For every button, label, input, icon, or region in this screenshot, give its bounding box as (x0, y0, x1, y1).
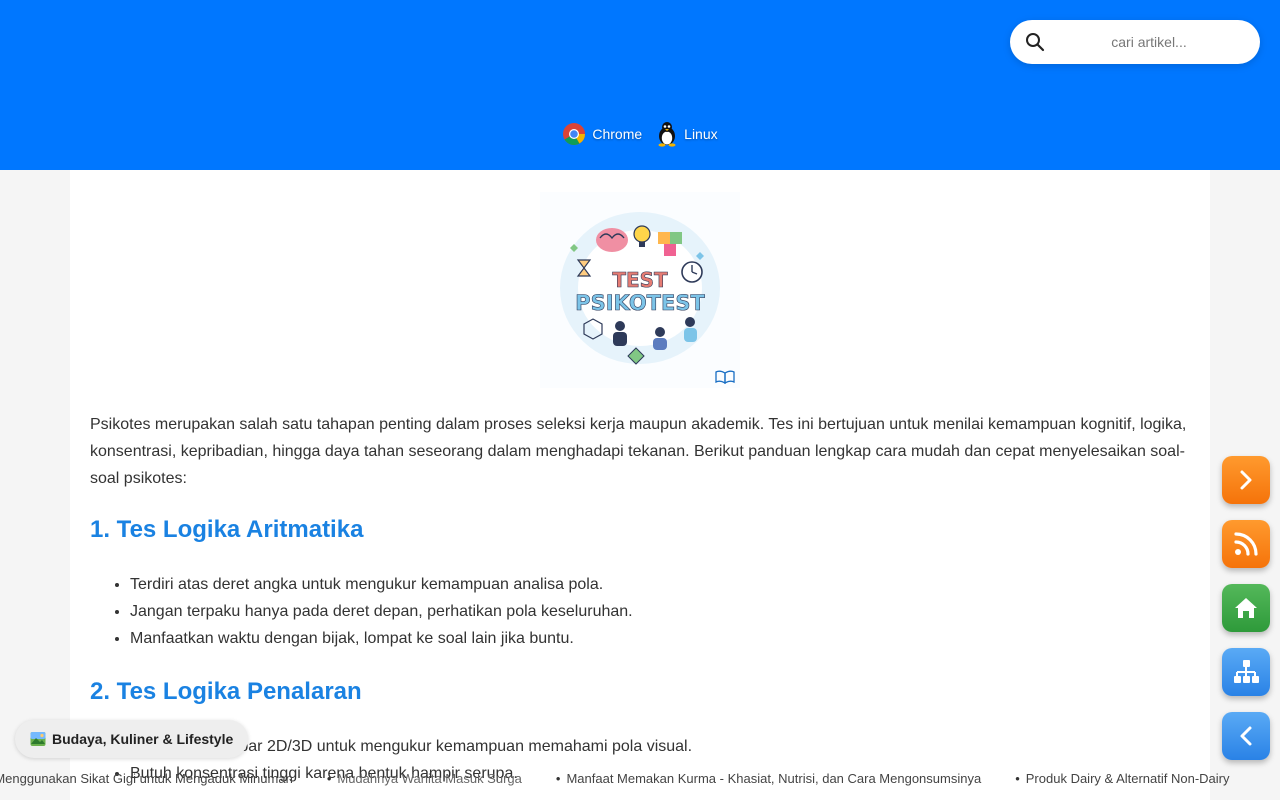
section-heading: 2. Tes Logika Penalaran (90, 678, 362, 705)
news-ticker: Cara Menggunakan Sikat Gigi untuk Mengad… (0, 768, 1280, 790)
ticker-item[interactable]: Manfaat Memakan Kurma - Khasiat, Nutrisi… (556, 771, 981, 786)
search-input[interactable] (1054, 28, 1244, 56)
svg-text:TEST: TEST (612, 268, 668, 292)
article-intro: Psikotes merupakan salah satu tahapan pe… (90, 416, 1187, 487)
category-pill[interactable]: Budaya, Kuliner & Lifestyle (15, 720, 249, 758)
platform-chrome-label: Chrome (592, 126, 643, 142)
linux-tux-icon (658, 122, 676, 147)
next-button[interactable] (1222, 456, 1270, 504)
list-item: Jangan terpaku hanya pada deret depan, p… (130, 598, 633, 625)
chevron-right-icon (1240, 470, 1252, 490)
home-button[interactable] (1222, 584, 1270, 632)
back-button[interactable] (1222, 712, 1270, 760)
article-card: TEST PSIKOTEST Psikotes merupakan salah … (70, 170, 1210, 800)
list-item: Manfaatkan waktu dengan bijak, lompat ke… (130, 625, 633, 652)
search-box[interactable] (1010, 20, 1260, 64)
platform-linux-link[interactable]: Linux (656, 121, 718, 147)
platform-chrome-link[interactable]: Chrome (562, 122, 642, 146)
list-item: Terdiri atas deret angka untuk mengukur … (130, 571, 633, 598)
section-list: Terdiri atas deret angka untuk mengukur … (130, 571, 633, 652)
sitemap-button[interactable] (1222, 648, 1270, 696)
site-header: Chrome Linux (0, 0, 1280, 170)
book-icon[interactable] (715, 370, 735, 384)
ticker-item[interactable]: Mudahnya Wanita Masuk Surga (327, 771, 522, 786)
chevron-left-icon (1240, 726, 1252, 746)
search-icon[interactable] (1025, 32, 1045, 52)
sitemap-icon (1234, 660, 1259, 683)
section-heading: 1. Tes Logika Aritmatika (90, 516, 364, 543)
platform-links: Chrome Linux (0, 120, 1280, 148)
ticker-item[interactable]: Produk Dairy & Alternatif Non-Dairy (1015, 771, 1230, 786)
landscape-picture-icon (30, 732, 46, 746)
svg-text:PSIKOTEST: PSIKOTEST (575, 291, 705, 315)
home-icon (1235, 598, 1257, 618)
rss-button[interactable] (1222, 520, 1270, 568)
ticker-item[interactable]: Cara Menggunakan Sikat Gigi untuk Mengad… (0, 771, 293, 786)
category-label: Budaya, Kuliner & Lifestyle (52, 731, 234, 747)
platform-linux-label: Linux (684, 126, 718, 142)
rss-icon (1234, 532, 1258, 556)
psychotest-illustration: TEST PSIKOTEST (540, 192, 740, 388)
chrome-icon (563, 123, 586, 145)
